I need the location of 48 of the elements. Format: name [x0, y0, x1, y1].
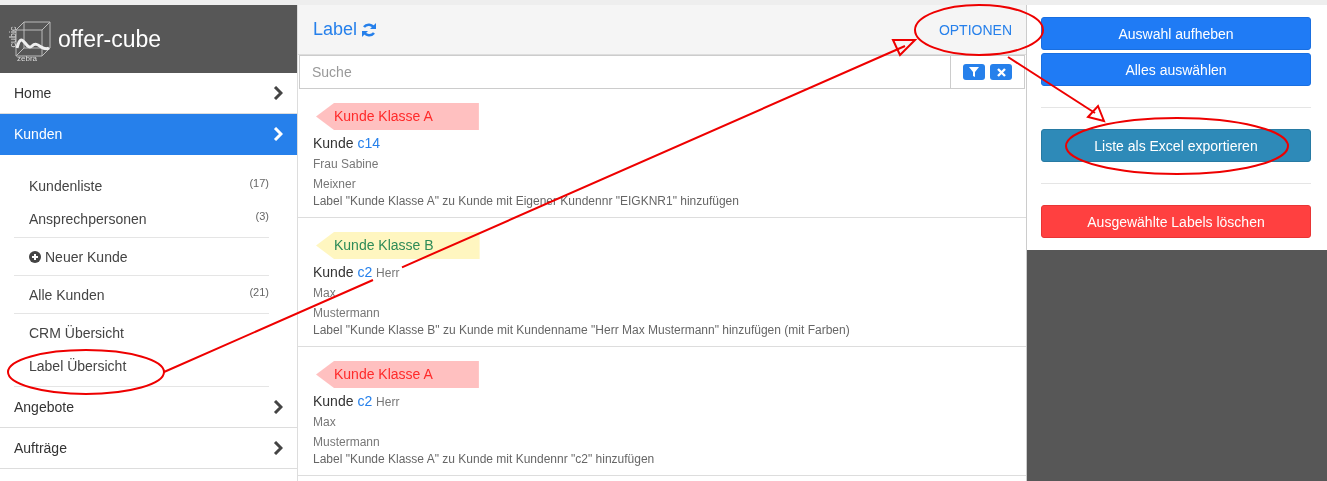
customer-name: Meixner	[313, 177, 357, 191]
brand-name: offer-cube	[58, 25, 162, 53]
chevron-icon	[272, 441, 283, 455]
customer-name: Mustermann	[313, 435, 381, 449]
submenu-item[interactable]: Ansprechpersonen (3)	[14, 202, 269, 235]
chevron-icon	[272, 86, 283, 100]
customer-name: Max	[313, 286, 337, 300]
filter-icon	[969, 67, 979, 77]
label-tag: Kunde Klasse B	[316, 232, 480, 259]
refresh-icon[interactable]	[361, 21, 378, 38]
customer-link[interactable]: c2	[357, 393, 373, 409]
customer-title: Kunde	[313, 393, 354, 409]
label-tag: Kunde Klasse A	[316, 361, 479, 388]
chevron-icon	[272, 127, 283, 141]
customer-name: Mustermann	[313, 306, 381, 320]
rule-description: Label "Kunde Klasse A" zu Kunde mit Kundennr "c2" hinzufügen	[313, 452, 656, 466]
submenu-item[interactable]: Alle Kunden (21)	[14, 278, 269, 311]
nav-item[interactable]: Kunden	[0, 114, 297, 155]
customer-name: Frau Sabine	[313, 157, 380, 171]
label-tag: Kunde Klasse A	[316, 103, 479, 130]
submenu-item[interactable]: Label Übersicht	[14, 349, 269, 382]
chevron-icon	[272, 400, 283, 414]
logo-text: zebra	[17, 54, 37, 63]
filter-button[interactable]	[963, 64, 985, 80]
customer-link[interactable]: c14	[357, 135, 380, 151]
rule-description: Label "Kunde Klasse B" zu Kunde mit Kundenname "Herr Max Mustermann" hinzufügen (mit Farben)	[313, 323, 851, 337]
submenu-item[interactable]: Neuer Kunde	[14, 240, 269, 273]
clear-button[interactable]	[990, 64, 1012, 80]
logo-text: cubic	[7, 26, 18, 48]
plus-circle-icon	[29, 250, 41, 263]
search-field[interactable]: Suche	[299, 55, 950, 89]
salutation-text: Herr	[376, 266, 400, 280]
salutation-text: Herr	[376, 395, 400, 409]
submenu-item[interactable]: Kundenliste (17)	[14, 169, 269, 202]
cube-logo-icon	[14, 18, 52, 58]
action-button[interactable]: Liste als Excel exportieren	[1041, 129, 1311, 162]
action-button[interactable]: Alles auswählen	[1041, 53, 1311, 86]
close-icon	[996, 67, 1006, 77]
options-link[interactable]: OPTIONEN	[938, 21, 1012, 38]
customer-name: Max	[313, 415, 337, 429]
customer-title: Kunde	[313, 135, 354, 151]
nav-item[interactable]: Aufträge	[0, 428, 297, 469]
customer-link[interactable]: c2	[357, 264, 373, 280]
customer-title: Kunde	[313, 264, 354, 280]
submenu-item[interactable]: CRM Übersicht	[14, 316, 269, 349]
panel-title: Label	[313, 19, 358, 40]
action-button[interactable]: Auswahl aufheben	[1041, 17, 1311, 50]
nav-item[interactable]: Angebote	[0, 387, 297, 428]
